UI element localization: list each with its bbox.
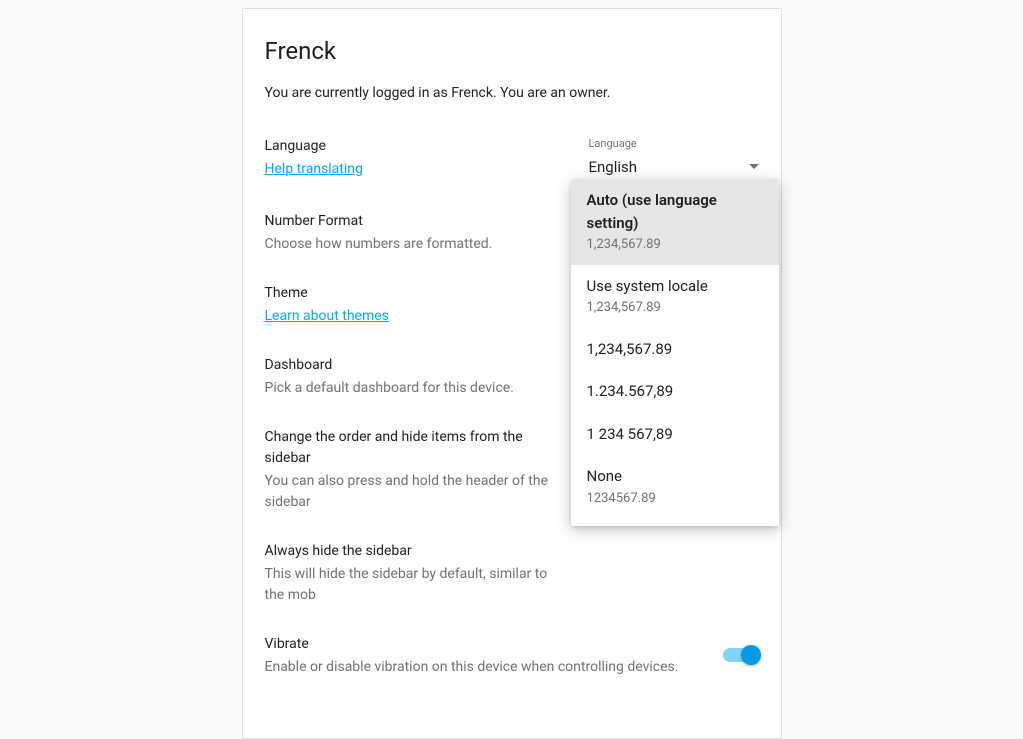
number-format-option[interactable]: Use system locale1,234,567.89: [571, 265, 779, 328]
vibrate-description: Enable or disable vibration on this devi…: [265, 657, 703, 678]
option-primary: 1,234,567.89: [587, 338, 763, 361]
number-format-label-group: Number Format Choose how numbers are for…: [265, 211, 589, 255]
logged-in-status: You are currently logged in as Frenck. Y…: [265, 83, 759, 104]
page-title: Frenck: [265, 33, 759, 69]
help-translating-link[interactable]: Help translating: [265, 161, 363, 177]
theme-label: Theme: [265, 283, 569, 304]
language-select-label: Language: [589, 136, 759, 153]
language-label: Language: [265, 136, 569, 157]
option-primary: Auto (use language setting): [587, 189, 763, 234]
chevron-down-icon: [749, 164, 759, 169]
theme-label-group: Theme Learn about themes: [265, 283, 589, 327]
dashboard-description: Pick a default dashboard for this device…: [265, 378, 569, 399]
vibrate-toggle-wrap: [723, 634, 759, 662]
learn-about-themes-link[interactable]: Learn about themes: [265, 308, 389, 324]
language-select-wrap: Language English: [589, 136, 759, 183]
vibrate-label-group: Vibrate Enable or disable vibration on t…: [265, 634, 723, 678]
option-primary: 1 234 567,89: [587, 423, 763, 446]
vibrate-row: Vibrate Enable or disable vibration on t…: [265, 634, 759, 678]
number-format-option[interactable]: 1,234,567.89: [571, 328, 779, 371]
option-secondary: 1,234,567.89: [587, 298, 763, 318]
toggle-thumb: [741, 645, 761, 665]
profile-settings-card: Frenck You are currently logged in as Fr…: [242, 8, 782, 739]
language-label-group: Language Help translating: [265, 136, 589, 180]
number-format-description: Choose how numbers are formatted.: [265, 234, 569, 255]
number-format-option[interactable]: 1.234.567,89: [571, 370, 779, 413]
language-row: Language Help translating Language Engli…: [265, 136, 759, 183]
vibrate-toggle[interactable]: [723, 648, 759, 662]
sidebar-order-label: Change the order and hide items from the…: [265, 427, 569, 469]
option-primary: 1.234.567,89: [587, 380, 763, 403]
hide-sidebar-row: Always hide the sidebar This will hide t…: [265, 541, 759, 606]
number-format-option[interactable]: None1234567.89: [571, 455, 779, 518]
dashboard-label: Dashboard: [265, 355, 569, 376]
option-secondary: 1234567.89: [587, 489, 763, 509]
hide-sidebar-description: This will hide the sidebar by default, s…: [265, 564, 569, 606]
sidebar-order-label-group: Change the order and hide items from the…: [265, 427, 589, 513]
number-format-option[interactable]: Auto (use language setting)1,234,567.89: [571, 179, 779, 265]
vibrate-label: Vibrate: [265, 634, 703, 655]
number-format-label: Number Format: [265, 211, 569, 232]
option-primary: Use system locale: [587, 275, 763, 298]
number-format-dropdown: Auto (use language setting)1,234,567.89U…: [571, 179, 779, 526]
hide-sidebar-label-group: Always hide the sidebar This will hide t…: [265, 541, 589, 606]
language-select-value: English: [589, 156, 638, 179]
option-primary: None: [587, 465, 763, 488]
sidebar-order-description: You can also press and hold the header o…: [265, 471, 569, 513]
number-format-option[interactable]: 1 234 567,89: [571, 413, 779, 456]
option-secondary: 1,234,567.89: [587, 235, 763, 255]
hide-sidebar-label: Always hide the sidebar: [265, 541, 569, 562]
dashboard-label-group: Dashboard Pick a default dashboard for t…: [265, 355, 589, 399]
